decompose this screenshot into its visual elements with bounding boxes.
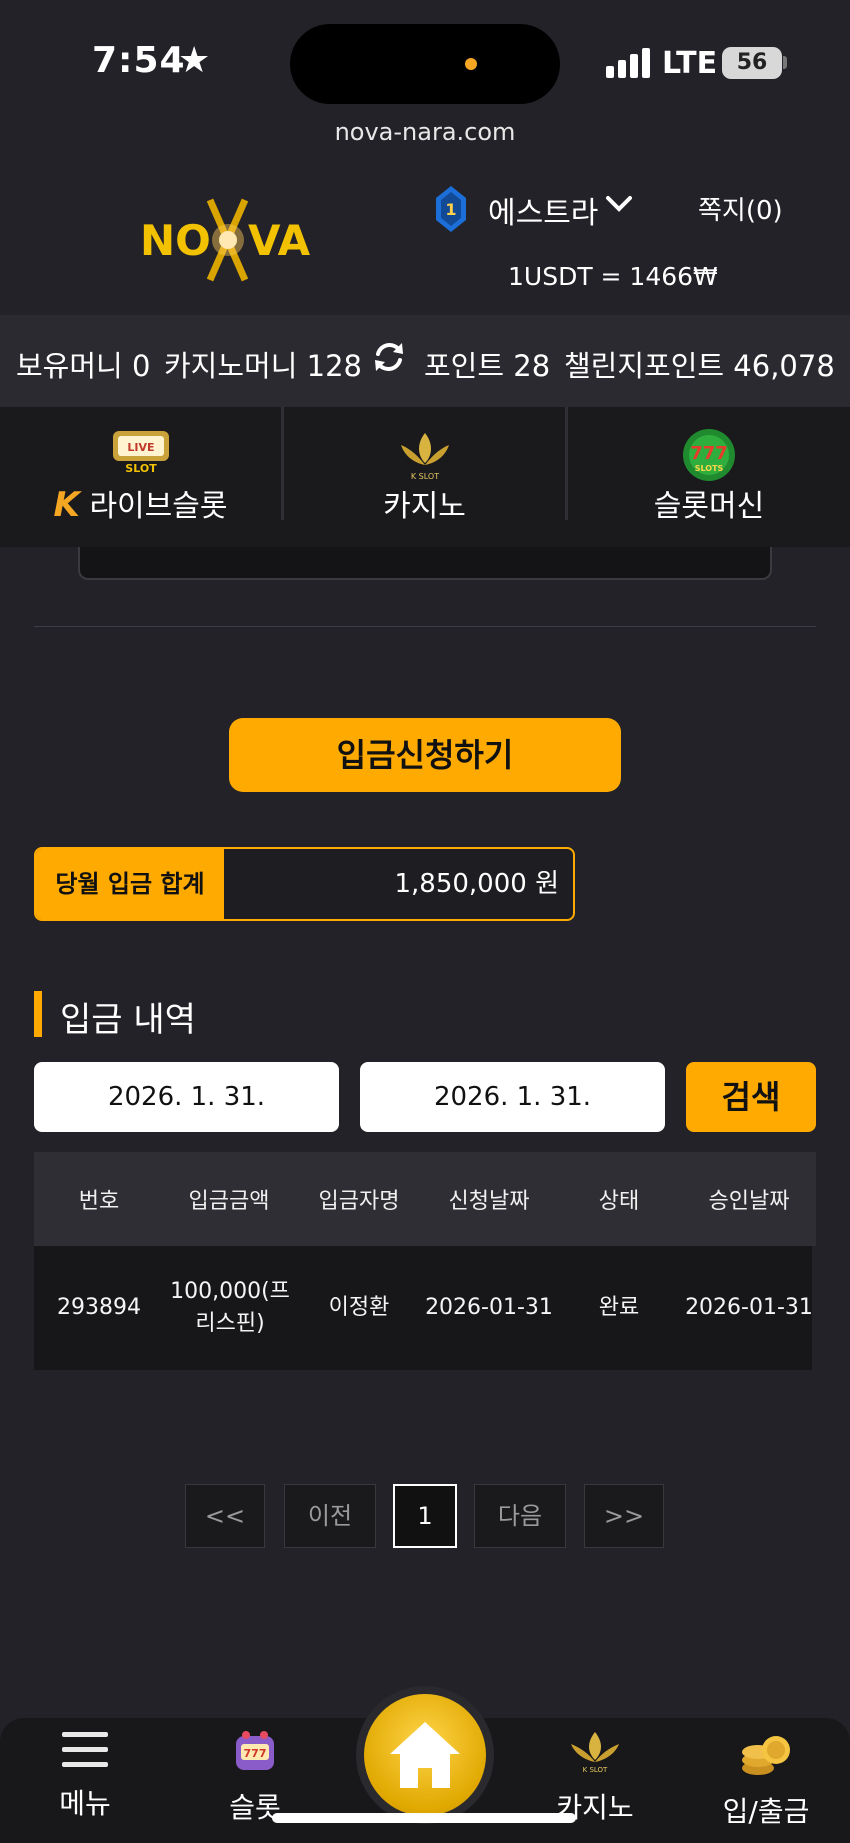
- nova-logo[interactable]: NO VA: [140, 195, 315, 285]
- home-indicator: [272, 1813, 576, 1823]
- level-number: 1: [445, 200, 456, 219]
- star-icon: ★: [178, 40, 211, 81]
- column-header: 신청날짜: [448, 1189, 530, 1214]
- column-header: 상태: [598, 1189, 640, 1214]
- date-from-input[interactable]: 2026. 1. 31.: [34, 1062, 339, 1132]
- svg-text:777: 777: [690, 443, 728, 464]
- home-icon: [390, 1722, 460, 1788]
- challenge-points: 챌린지포인트 46,078: [564, 349, 835, 383]
- column-header: 번호: [78, 1189, 120, 1214]
- cell-depositor: 이정환: [328, 1295, 390, 1320]
- svg-text:SLOTS: SLOTS: [695, 464, 724, 473]
- svg-text:777: 777: [244, 1747, 267, 1760]
- table-header: 번호 입금금액 입금자명 신청날짜 상태 승인날짜: [34, 1152, 816, 1246]
- column-header: 입금금액: [188, 1189, 270, 1214]
- svg-text:NO: NO: [140, 216, 211, 265]
- svg-text:VA: VA: [248, 216, 311, 265]
- level-badge-icon: 1: [436, 186, 466, 232]
- monthly-total-value: 1,850,000 원: [394, 869, 559, 899]
- section-marker: [34, 991, 42, 1037]
- last-page-button[interactable]: >>: [584, 1484, 664, 1548]
- svg-text:K SLOT: K SLOT: [583, 1766, 608, 1774]
- balance-bar: 보유머니 0 카지노머니 128 포인트 28 챌린지포인트 46,078: [0, 315, 850, 407]
- signal-icon: [606, 48, 650, 78]
- casino-money: 카지노머니 128: [164, 349, 362, 383]
- dynamic-island: [290, 24, 560, 104]
- refresh-icon[interactable]: [372, 340, 406, 374]
- k-slot-icon: K SLOT: [393, 427, 457, 487]
- coins-icon: [742, 1736, 790, 1775]
- column-header: 승인날짜: [708, 1189, 790, 1214]
- monthly-total-label: 당월 입금 합계: [36, 849, 224, 919]
- next-page-button[interactable]: 다음: [474, 1484, 566, 1548]
- live-slot-icon: LIVE SLOT: [109, 427, 173, 479]
- nav-deposit-withdraw[interactable]: 입/출금: [714, 1730, 818, 1830]
- section-divider: [34, 626, 816, 627]
- holding-money: 보유머니 0: [16, 349, 151, 383]
- search-button[interactable]: 검색: [686, 1062, 816, 1132]
- messages-link[interactable]: 쪽지(0): [698, 190, 783, 227]
- battery-tip: [783, 56, 787, 69]
- user-name[interactable]: 에스트라: [488, 188, 598, 232]
- points: 포인트 28: [424, 349, 551, 383]
- privacy-indicator-dot: [465, 58, 477, 70]
- first-page-button[interactable]: <<: [185, 1484, 265, 1548]
- battery-icon: 56: [722, 47, 782, 79]
- status-time: 7:54: [92, 40, 186, 81]
- history-title: 입금 내역: [60, 1000, 196, 1040]
- table-row[interactable]: 293894 100,000(프리스핀) 이정환 2026-01-31 완료 2…: [34, 1246, 813, 1370]
- nav-menu[interactable]: 메뉴: [44, 1730, 126, 1822]
- nav-casino[interactable]: K SLOT 카지노: [550, 1730, 640, 1826]
- exchange-rate: 1USDT = 1466₩: [508, 262, 718, 291]
- nav-menu-label: 메뉴: [59, 1787, 111, 1820]
- nav-slot[interactable]: 777 슬롯: [214, 1730, 296, 1826]
- date-to-input[interactable]: 2026. 1. 31.: [360, 1062, 665, 1132]
- cell-request-date: 2026-01-31: [425, 1295, 553, 1320]
- column-header: 입금자명: [318, 1189, 400, 1214]
- page-1-button[interactable]: 1: [393, 1484, 457, 1548]
- home-button[interactable]: [364, 1694, 486, 1816]
- cell-amount: 100,000(프리스핀): [170, 1279, 290, 1336]
- tab-casino-label: 카지노: [383, 489, 466, 524]
- tab-live-slot-label: 라이브슬롯: [89, 489, 228, 524]
- k-logo-icon: K: [53, 485, 80, 525]
- menu-icon: [62, 1732, 108, 1767]
- cell-number: 293894: [57, 1295, 141, 1320]
- svg-text:LIVE: LIVE: [127, 441, 154, 454]
- monthly-total-box: 당월 입금 합계 1,850,000 원: [34, 847, 575, 921]
- tab-label: K 라이브슬롯: [0, 481, 281, 525]
- slots-777-icon: 777 SLOTS: [679, 427, 739, 487]
- nav-deposit-withdraw-label: 입/출금: [722, 1795, 810, 1828]
- prev-page-button[interactable]: 이전: [284, 1484, 376, 1548]
- deposit-request-button[interactable]: 입금신청하기: [229, 718, 621, 792]
- network-type: LTE: [662, 46, 718, 81]
- svg-text:K SLOT: K SLOT: [410, 472, 438, 481]
- slot-machine-icon: 777: [236, 1731, 274, 1770]
- k-slot-icon: K SLOT: [571, 1732, 619, 1774]
- svg-text:SLOT: SLOT: [125, 462, 157, 475]
- url-bar[interactable]: nova-nara.com: [0, 118, 850, 146]
- cell-approval-date: 2026-01-31: [685, 1295, 813, 1320]
- cell-status: 완료: [598, 1295, 640, 1320]
- chevron-down-icon[interactable]: [604, 188, 634, 226]
- tabs-bottom-edge: [0, 520, 850, 547]
